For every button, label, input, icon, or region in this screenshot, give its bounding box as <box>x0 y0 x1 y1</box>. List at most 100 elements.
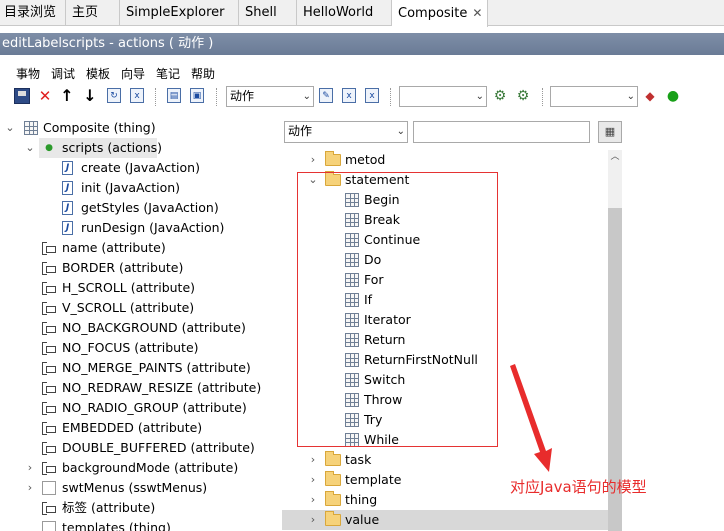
tree-label: thing <box>345 492 378 507</box>
delete-icon[interactable]: ✕ <box>37 88 53 104</box>
refresh-doc-icon[interactable]: ↻ <box>107 88 121 103</box>
chevron-up-icon[interactable]: ︿ <box>608 150 622 164</box>
tree-row[interactable]: templates (thing) <box>0 518 275 531</box>
chevron-right-icon[interactable]: › <box>24 458 36 478</box>
annotation-highlight-box <box>297 172 498 447</box>
tree-row[interactable]: J create (JavaAction) <box>0 158 275 178</box>
save-icon[interactable] <box>14 88 30 104</box>
annotation-label: 对应Java语句的模型 <box>510 478 647 496</box>
palette-scrollbar[interactable]: ︿ <box>608 150 622 531</box>
tree-row[interactable]: NO_REDRAW_RESIZE (attribute) <box>0 378 275 398</box>
editor-title-bar: editLabelscripts - actions ( 动作 ) <box>0 33 724 55</box>
tree-row[interactable]: H_SCROLL (attribute) <box>0 278 275 298</box>
attribute-icon <box>40 261 56 275</box>
menu-wizard[interactable]: 向导 <box>121 65 145 82</box>
tree-row[interactable]: J getStyles (JavaAction) <box>0 198 275 218</box>
tree-row[interactable]: ⌄ Composite (thing) <box>0 118 275 138</box>
category-filter-select[interactable]: 动作 ⌄ <box>284 121 408 143</box>
java-file-icon: J <box>62 161 73 175</box>
tree-row[interactable]: NO_RADIO_GROUP (attribute) <box>0 398 275 418</box>
tree-row[interactable]: NO_MERGE_PAINTS (attribute) <box>0 358 275 378</box>
chevron-right-icon[interactable]: › <box>307 510 319 530</box>
lock-doc-icon[interactable]: ▣ <box>190 88 204 103</box>
tree-row[interactable]: J init (JavaAction) <box>0 178 275 198</box>
tertiary-select[interactable]: ⌄ <box>550 86 638 107</box>
menu-notes[interactable]: 笔记 <box>156 65 180 82</box>
move-up-icon[interactable]: ↑ <box>59 88 75 104</box>
stop-icon[interactable]: ◆ <box>642 88 658 104</box>
tree-row[interactable]: › value <box>282 510 608 530</box>
tree-row[interactable]: J runDesign (JavaAction) <box>0 218 275 238</box>
tree-row[interactable]: NO_BACKGROUND (attribute) <box>0 318 275 338</box>
menu-bar: 事物 调试 模板 向导 笔记 帮助 <box>0 63 724 83</box>
close-doc-icon[interactable]: x <box>342 88 356 103</box>
attribute-icon <box>40 341 56 355</box>
open-doc-icon[interactable]: ▤ <box>167 88 181 103</box>
tab-label: SimpleExplorer <box>126 5 225 20</box>
folder-icon <box>325 151 341 166</box>
tree-row[interactable]: name (attribute) <box>0 238 275 258</box>
tree-label: runDesign (JavaAction) <box>81 220 225 235</box>
tab-simple-explorer[interactable]: SimpleExplorer <box>120 0 239 26</box>
tree-row[interactable]: › swtMenus (sswtMenus) <box>0 478 275 498</box>
structure-tree: ⌄ Composite (thing) ⌄ ● scripts (actions… <box>0 118 275 531</box>
tab-shell[interactable]: Shell <box>239 0 297 26</box>
chevron-right-icon[interactable]: › <box>307 450 319 470</box>
action-type-select[interactable]: 动作 ⌄ <box>226 86 314 107</box>
menu-help[interactable]: 帮助 <box>191 65 215 82</box>
chevron-down-icon[interactable]: ⌄ <box>24 138 36 158</box>
tab-hello-world[interactable]: HelloWorld <box>297 0 392 26</box>
export-doc-icon[interactable]: x <box>130 88 144 103</box>
chevron-down-icon[interactable]: ⌄ <box>4 118 16 138</box>
chevron-right-icon[interactable]: › <box>307 490 319 510</box>
tree-row[interactable]: › backgroundMode (attribute) <box>0 458 275 478</box>
attribute-icon <box>40 361 56 375</box>
tree-row[interactable]: 标签 (attribute) <box>0 498 275 518</box>
chevron-down-icon: ⌄ <box>626 91 635 102</box>
tree-label: value <box>345 512 380 527</box>
tree-row[interactable]: › metod <box>282 150 608 170</box>
tree-label: DOUBLE_BUFFERED (attribute) <box>62 440 255 455</box>
folder-icon <box>325 451 341 466</box>
tree-row[interactable]: BORDER (attribute) <box>0 258 275 278</box>
remove-doc-icon[interactable]: x <box>365 88 379 103</box>
search-button[interactable]: ▦ <box>598 121 622 143</box>
toolbar-separator <box>542 88 543 106</box>
window-title: editLabelscripts - actions ( 动作 ) <box>2 36 214 51</box>
tree-label: NO_BACKGROUND (attribute) <box>62 320 246 335</box>
tab-composite[interactable]: Composite ✕ <box>392 0 488 27</box>
tree-row[interactable]: V_SCROLL (attribute) <box>0 298 275 318</box>
palette-search-input[interactable] <box>413 121 590 143</box>
toolbar-separator <box>216 88 217 106</box>
remove-gear-icon[interactable]: ⚙ <box>515 88 531 104</box>
menu-template[interactable]: 模板 <box>86 65 110 82</box>
menu-thing[interactable]: 事物 <box>16 65 40 82</box>
chevron-right-icon[interactable]: › <box>24 478 36 498</box>
tab-label: 主页 <box>72 5 99 20</box>
chevron-right-icon[interactable]: › <box>307 470 319 490</box>
folder-icon <box>325 491 341 506</box>
attribute-icon <box>40 321 56 335</box>
tree-label: template <box>345 472 402 487</box>
run-icon[interactable]: ● <box>665 88 681 104</box>
edit-doc-icon[interactable]: ✎ <box>319 88 333 103</box>
tree-row[interactable]: NO_FOCUS (attribute) <box>0 338 275 358</box>
thing-icon <box>42 521 56 531</box>
tree-row[interactable]: DOUBLE_BUFFERED (attribute) <box>0 438 275 458</box>
tree-row[interactable]: EMBEDDED (attribute) <box>0 418 275 438</box>
menu-debug[interactable]: 调试 <box>51 65 75 82</box>
close-icon[interactable]: ✕ <box>472 6 482 20</box>
tree-label: V_SCROLL (attribute) <box>62 300 195 315</box>
tab-label: 目录浏览 <box>4 5 57 20</box>
tree-label: EMBEDDED (attribute) <box>62 420 203 435</box>
tab-home[interactable]: 主页 <box>66 0 120 26</box>
tree-row[interactable]: ⌄ ● scripts (actions) <box>0 138 275 158</box>
java-file-icon: J <box>62 181 73 195</box>
chevron-right-icon[interactable]: › <box>307 150 319 170</box>
tab-directory-browse[interactable]: 目录浏览 <box>0 0 66 26</box>
folder-icon <box>325 511 341 526</box>
tab-label: HelloWorld <box>303 5 374 20</box>
move-down-icon[interactable]: ↓ <box>82 88 98 104</box>
secondary-select[interactable]: ⌄ <box>399 86 487 107</box>
add-gear-icon[interactable]: ⚙ <box>492 88 508 104</box>
